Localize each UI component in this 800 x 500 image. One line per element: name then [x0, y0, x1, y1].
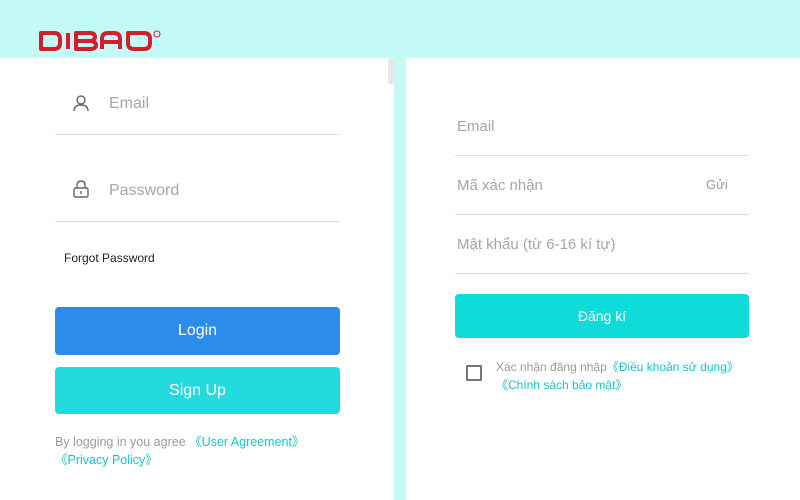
login-agreement: By logging in you agree 《User Agreement》…: [55, 433, 355, 469]
privacy-policy-vi-link[interactable]: 《Chính sách bảo mật》: [496, 378, 627, 392]
forgot-password-link[interactable]: Forgot Password: [64, 251, 155, 265]
privacy-policy-link[interactable]: 《Privacy Policy》: [55, 453, 158, 467]
login-email-input[interactable]: [107, 91, 331, 117]
agreement-text: By logging in you agree: [55, 435, 190, 449]
login-button[interactable]: Login: [55, 307, 340, 355]
scrollbar-thumb[interactable]: [388, 58, 394, 84]
dibao-logo: [38, 30, 162, 52]
register-button[interactable]: Đăng kí: [455, 294, 749, 338]
send-code-button[interactable]: Gửi: [706, 177, 728, 192]
login-password-input[interactable]: [107, 178, 331, 204]
login-password-field: [55, 171, 340, 222]
register-password-input[interactable]: [455, 232, 739, 256]
terms-of-use-link[interactable]: 《Điều khoản sử dụng》: [607, 360, 739, 374]
signup-button[interactable]: Sign Up: [55, 367, 340, 414]
dibao-logo-mark: [39, 30, 161, 51]
login-email-field: [55, 84, 340, 135]
lock-icon: [72, 179, 90, 204]
user-agreement-link[interactable]: 《User Agreement》: [189, 435, 304, 449]
header: [0, 0, 800, 58]
terms-confirm-text: Xác nhận đăng nhập: [496, 360, 607, 374]
register-email-input[interactable]: [455, 114, 739, 138]
register-email-field: [455, 108, 749, 156]
register-terms: Xác nhận đăng nhập《Điều khoản sử dụng》 《…: [496, 358, 756, 394]
register-password-field: [455, 226, 749, 274]
verification-code-field: [455, 167, 749, 215]
terms-checkbox[interactable]: [466, 365, 482, 381]
verification-code-input[interactable]: [455, 173, 679, 197]
user-icon: [72, 94, 90, 117]
